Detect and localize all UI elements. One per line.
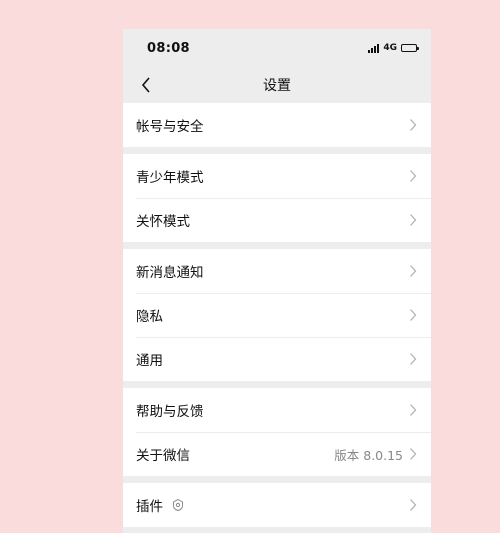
- settings-item-label: 隐私: [136, 309, 163, 325]
- chevron-right-icon: [409, 264, 417, 278]
- page-title: 设置: [263, 78, 291, 94]
- chevron-right-icon: [409, 498, 417, 512]
- settings-item-label: 关于微信: [136, 448, 190, 464]
- battery-icon: [401, 44, 419, 52]
- settings-item-label: 帮助与反馈: [136, 404, 204, 420]
- settings-group-general: 新消息通知 隐私 通用: [123, 249, 431, 381]
- settings-item-about-wechat[interactable]: 关于微信 版本 8.0.15: [123, 432, 431, 476]
- signal-icon: [368, 43, 380, 53]
- settings-item-account-security[interactable]: 帐号与安全: [123, 103, 431, 147]
- settings-group-modes: 青少年模式 关怀模式: [123, 154, 431, 242]
- settings-item-label: 新消息通知: [136, 265, 204, 281]
- settings-group-account: 帐号与安全: [123, 103, 431, 147]
- settings-item-care-mode[interactable]: 关怀模式: [123, 198, 431, 242]
- status-indicators: 4G: [368, 43, 419, 53]
- settings-item-label: 帐号与安全: [136, 119, 204, 135]
- phone-screen: 08:08 4G 设置 帐号与安全 青少年模式 关怀模式 新消息通知 隐私 通用…: [123, 29, 431, 533]
- chevron-right-icon: [409, 447, 417, 461]
- version-value: 版本 8.0.15: [334, 447, 403, 463]
- nav-bar: 设置: [123, 67, 431, 103]
- settings-item-teen-mode[interactable]: 青少年模式: [123, 154, 431, 198]
- chevron-right-icon: [409, 118, 417, 132]
- settings-item-right: 版本 8.0.15: [334, 445, 417, 464]
- chevron-right-icon: [409, 213, 417, 227]
- chevron-left-icon: [141, 77, 150, 93]
- settings-item-help-feedback[interactable]: 帮助与反馈: [123, 388, 431, 432]
- network-type: 4G: [383, 43, 397, 53]
- status-time: 08:08: [147, 40, 190, 56]
- settings-item-notifications[interactable]: 新消息通知: [123, 249, 431, 293]
- settings-item-plugins[interactable]: 插件: [123, 483, 431, 527]
- settings-item-privacy[interactable]: 隐私: [123, 293, 431, 337]
- settings-group-plugins: 插件: [123, 483, 431, 527]
- settings-item-label: 关怀模式: [136, 214, 190, 230]
- settings-item-label: 通用: [136, 353, 163, 369]
- settings-item-general[interactable]: 通用: [123, 337, 431, 381]
- chevron-right-icon: [409, 169, 417, 183]
- chevron-right-icon: [409, 308, 417, 322]
- settings-group-about: 帮助与反馈 关于微信 版本 8.0.15: [123, 388, 431, 476]
- back-button[interactable]: [135, 74, 157, 96]
- settings-item-label: 插件: [136, 499, 163, 515]
- plugin-icon: [171, 498, 185, 512]
- settings-item-label: 青少年模式: [136, 170, 204, 186]
- status-bar: 08:08 4G: [123, 29, 431, 67]
- chevron-right-icon: [409, 403, 417, 417]
- settings-item-left: 插件: [136, 495, 185, 515]
- chevron-right-icon: [409, 352, 417, 366]
